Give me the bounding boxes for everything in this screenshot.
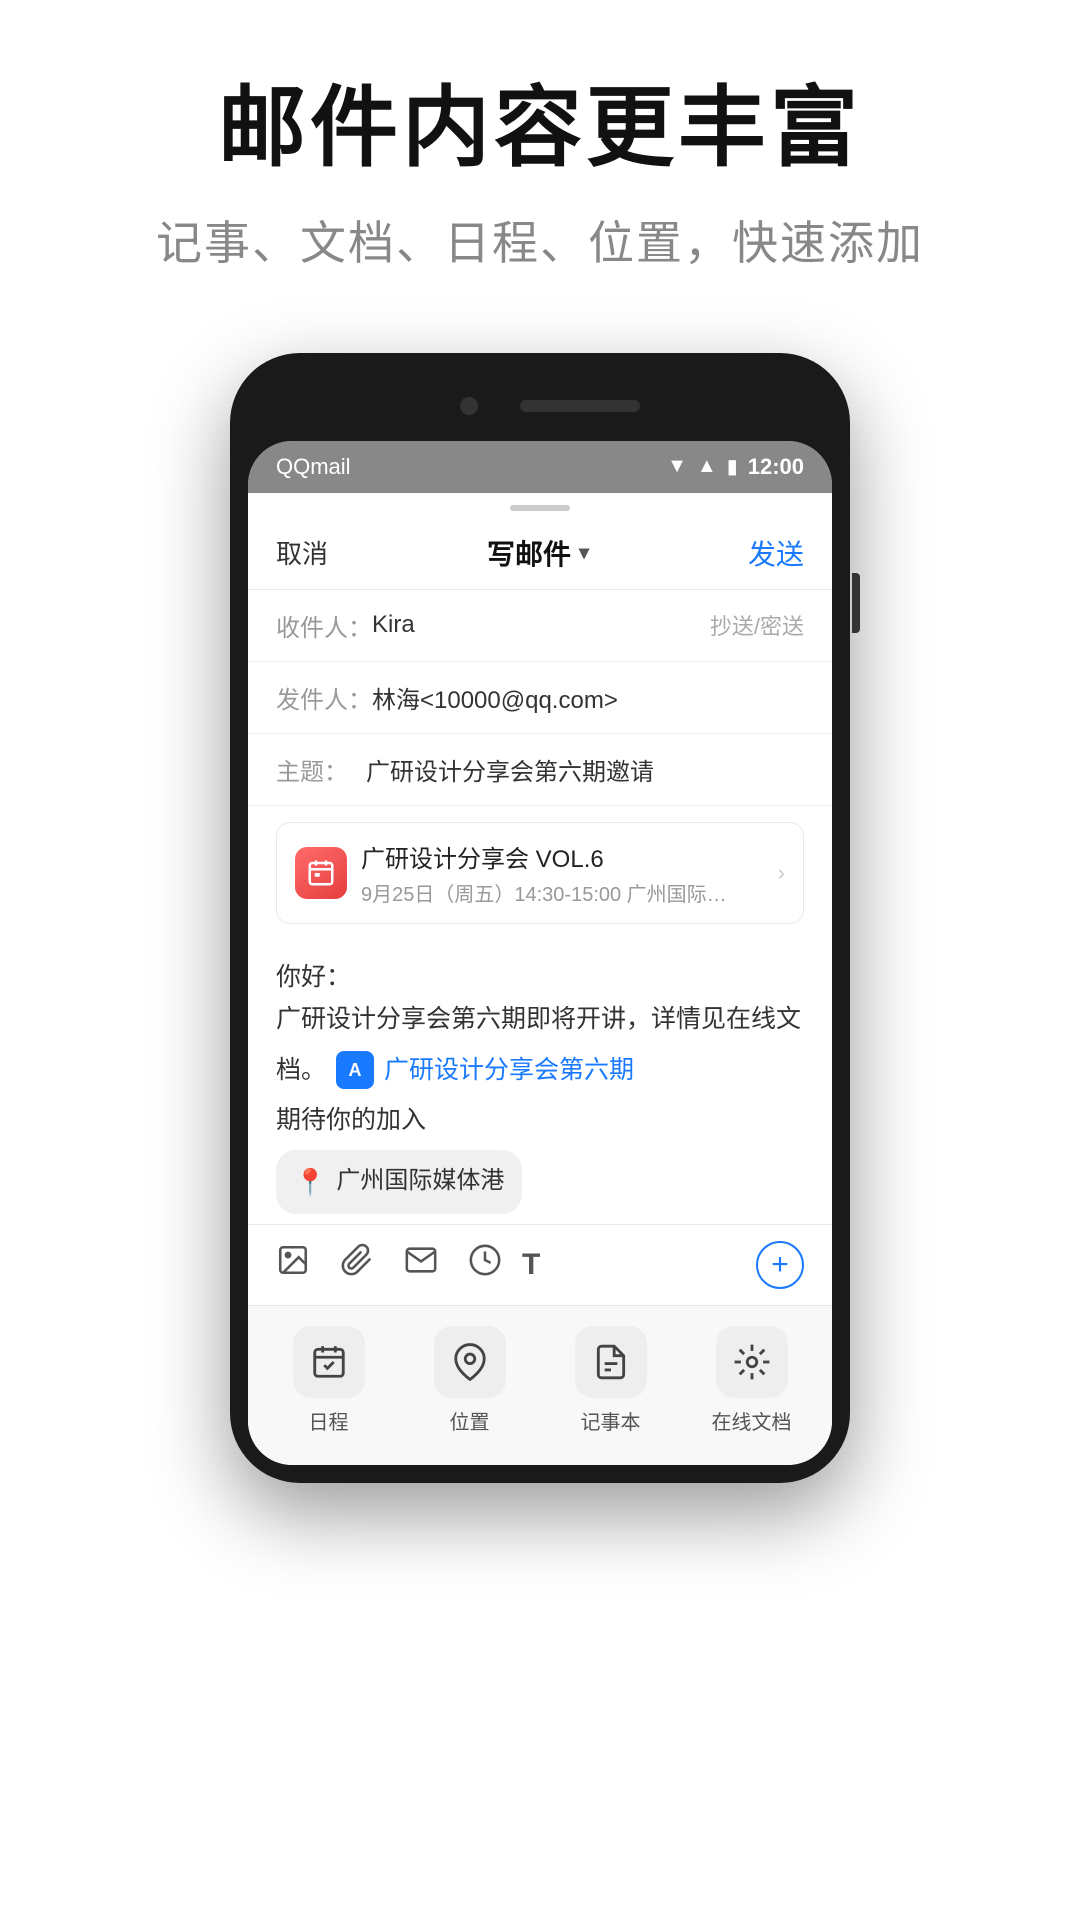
image-icon[interactable]	[276, 1243, 310, 1286]
clock-icon[interactable]	[468, 1243, 502, 1286]
body-line1: 你好：	[276, 956, 804, 999]
plus-icon: +	[771, 1248, 789, 1282]
to-field: 收件人： Kira 抄送/密送	[248, 590, 832, 662]
attachment-title: 广研设计分享会 VOL.6	[361, 839, 778, 874]
notes-tab-icon	[575, 1326, 647, 1398]
page-title: 邮件内容更丰富	[60, 80, 1020, 177]
email-body[interactable]: 你好： 广研设计分享会第六期即将开讲，详情见在线文 档。 A 广研设计分享会第六…	[248, 940, 832, 1224]
status-icons: ▼ ▲ ▮ 12:00	[667, 454, 804, 480]
body-line4: 期待你的加入	[276, 1099, 804, 1142]
from-value[interactable]: 林海<10000@qq.com>	[372, 680, 804, 715]
tab-notes[interactable]: 记事本	[540, 1326, 681, 1435]
handle-bar	[510, 505, 570, 511]
compose-title-row: 写邮件 ▾	[487, 533, 589, 573]
calendar-attachment[interactable]: 广研设计分享会 VOL.6 9月25日（周五）14:30-15:00 广州国际……	[276, 822, 804, 924]
attachment-info: 广研设计分享会 VOL.6 9月25日（周五）14:30-15:00 广州国际…	[361, 839, 778, 907]
dropdown-icon[interactable]: ▾	[579, 540, 589, 565]
power-button	[852, 573, 860, 633]
status-bar: QQmail ▼ ▲ ▮ 12:00	[248, 441, 832, 493]
speaker-grille	[520, 400, 640, 412]
doc-link-text[interactable]: 广研设计分享会第六期	[384, 1049, 634, 1092]
calendar-tab-icon	[293, 1326, 365, 1398]
wifi-icon: ▼	[667, 455, 687, 478]
from-field: 发件人： 林海<10000@qq.com>	[248, 662, 832, 734]
from-label: 发件人：	[276, 680, 372, 715]
attach-icon[interactable]	[340, 1243, 374, 1286]
compose-title-label: 写邮件	[487, 533, 571, 573]
tab-calendar[interactable]: 日程	[258, 1326, 399, 1435]
toolbar-icons	[276, 1243, 502, 1286]
phone-outer: QQmail ▼ ▲ ▮ 12:00 取消 写邮件	[230, 353, 850, 1483]
status-time: 12:00	[748, 454, 804, 480]
battery-icon: ▮	[727, 454, 738, 479]
location-text: 广州国际媒体港	[336, 1161, 504, 1202]
location-chip[interactable]: 📍 广州国际媒体港	[276, 1150, 522, 1214]
calendar-tab-label: 日程	[309, 1406, 349, 1435]
calendar-icon	[295, 847, 347, 899]
compose-header: 取消 写邮件 ▾ 发送	[248, 517, 832, 590]
online-doc-tab-label: 在线文档	[712, 1406, 792, 1435]
mail-icon[interactable]	[404, 1243, 438, 1286]
cancel-button[interactable]: 取消	[276, 534, 328, 571]
signal-icon: ▲	[697, 455, 717, 478]
add-more-button[interactable]: +	[756, 1241, 804, 1289]
location-tab-icon	[434, 1326, 506, 1398]
cc-button[interactable]: 抄送/密送	[710, 609, 804, 641]
compose-area: 取消 写邮件 ▾ 发送 收件人： Kira 抄送/密送 发件人： 林海<10	[248, 493, 832, 1465]
tab-location[interactable]: 位置	[399, 1326, 540, 1435]
text-format-icon[interactable]: T	[522, 1248, 540, 1282]
to-value[interactable]: Kira	[372, 611, 710, 639]
doc-icon: A	[336, 1051, 374, 1089]
location-tab-label: 位置	[450, 1406, 490, 1435]
location-pin-icon: 📍	[294, 1160, 326, 1204]
to-label: 收件人：	[276, 608, 372, 643]
body-line2: 广研设计分享会第六期即将开讲，详情见在线文	[276, 998, 804, 1041]
bottom-tab-bar: 日程 位置	[248, 1305, 832, 1465]
phone-mockup-container: QQmail ▼ ▲ ▮ 12:00 取消 写邮件	[0, 353, 1080, 1483]
attachment-detail: 9月25日（周五）14:30-15:00 广州国际…	[361, 878, 778, 907]
tab-online-doc[interactable]: 在线文档	[681, 1326, 822, 1435]
subject-value[interactable]: 广研设计分享会第六期邀请	[366, 752, 804, 787]
subject-field: 主题： 广研设计分享会第六期邀请	[248, 734, 832, 806]
compose-toolbar: T +	[248, 1224, 832, 1305]
subject-label: 主题：	[276, 752, 366, 787]
notes-tab-label: 记事本	[581, 1406, 641, 1435]
page-header: 邮件内容更丰富 记事、文档、日程、位置，快速添加	[0, 0, 1080, 313]
phone-screen: QQmail ▼ ▲ ▮ 12:00 取消 写邮件	[248, 441, 832, 1465]
doc-link-row: 档。 A 广研设计分享会第六期	[276, 1049, 804, 1092]
drag-handle	[248, 493, 832, 517]
camera-dot	[460, 397, 478, 415]
send-button[interactable]: 发送	[748, 533, 804, 573]
online-doc-tab-icon	[716, 1326, 788, 1398]
status-app-name: QQmail	[276, 454, 351, 480]
phone-notch	[248, 371, 832, 441]
page-subtitle: 记事、文档、日程、位置，快速添加	[60, 207, 1020, 273]
body-line3: 档。	[276, 1049, 326, 1092]
attachment-arrow-icon: ›	[778, 860, 785, 886]
doc-icon-label: A	[349, 1055, 362, 1086]
